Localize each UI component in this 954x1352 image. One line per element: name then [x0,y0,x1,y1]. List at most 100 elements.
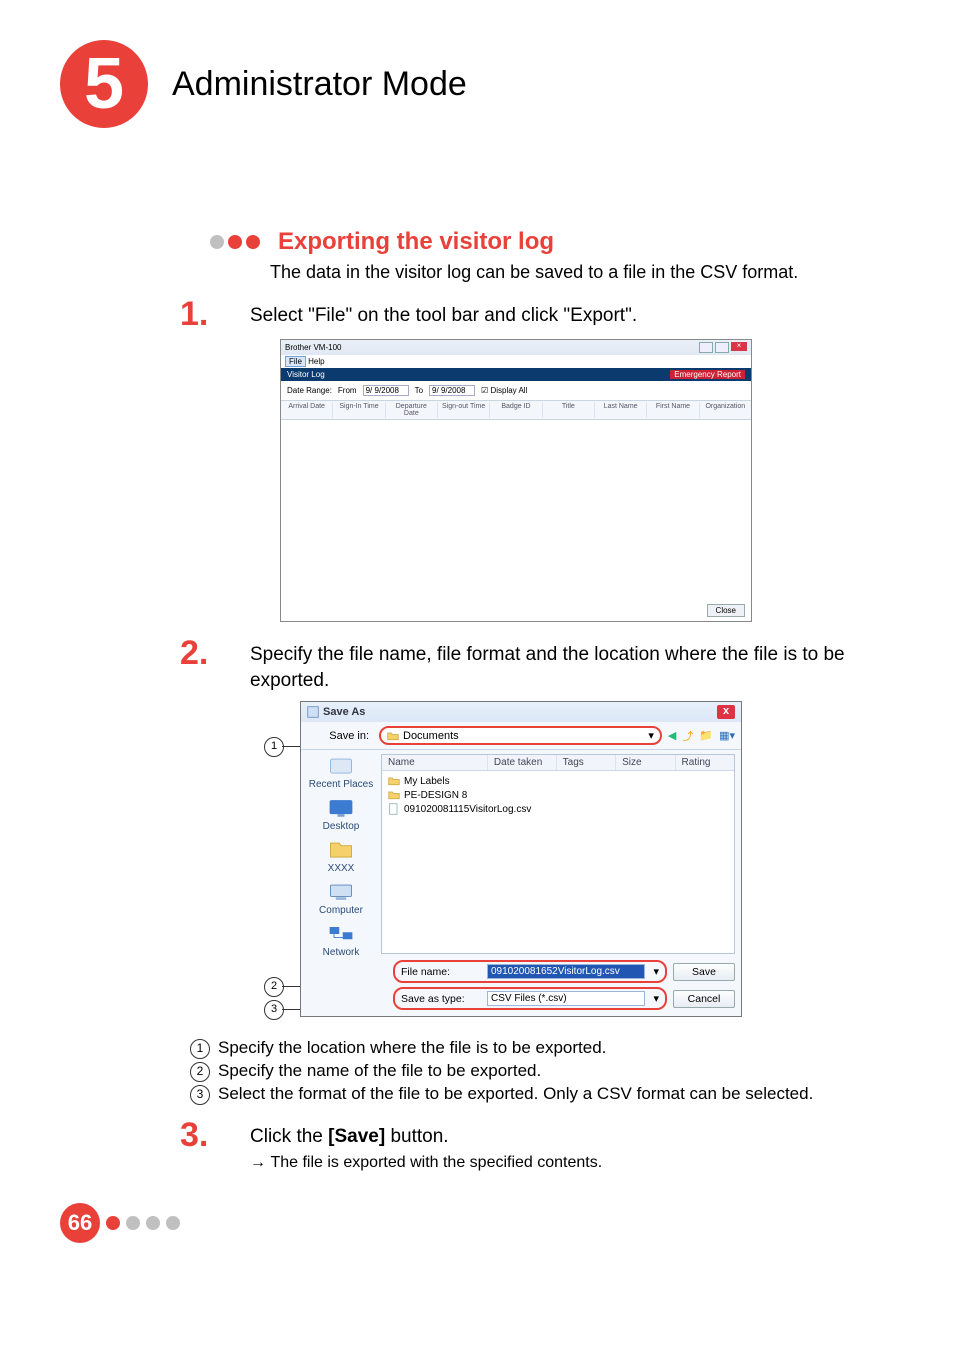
place-computer[interactable]: Computer [319,880,363,916]
close-icon[interactable]: x [717,705,735,719]
folder-icon [388,775,400,787]
step-text-suffix: button. [385,1126,448,1147]
nav-up-icon[interactable]: ⤴ [682,728,693,744]
col-date[interactable]: Date taken [488,755,557,770]
place-desktop[interactable]: Desktop [323,796,360,832]
col-tags[interactable]: Tags [557,755,616,770]
save-type-row: Save as type: CSV Files (*.csv) ▾ Cancel [301,985,741,1016]
display-all-checkbox[interactable]: ☑ Display All [481,386,527,395]
save-type-field-wrap: Save as type: CSV Files (*.csv) ▾ [393,987,667,1010]
places-bar: Recent Places Desktop XXXX Computer [301,750,381,958]
file-name-input[interactable]: 091020081652VisitorLog.csv [487,964,645,979]
maximize-icon[interactable] [715,342,729,353]
col-name[interactable]: Name [382,755,488,770]
chevron-down-icon[interactable]: ▾ [653,965,659,978]
legend-text: Specify the name of the file to be expor… [218,1060,541,1083]
col-size[interactable]: Size [616,755,675,770]
menu-bar: File Help [281,355,751,368]
list-item[interactable]: PE-DESIGN 8 [388,788,728,802]
column-header[interactable]: Last Name [595,402,647,418]
column-header[interactable]: Sign-In Time [333,402,385,418]
cancel-button[interactable]: Cancel [673,990,735,1008]
column-header[interactable]: Organization [700,402,751,418]
folder-icon [387,730,399,742]
section-header: Exporting the visitor log [210,228,894,256]
legend-item-3: 3 Select the format of the file to be ex… [190,1083,844,1106]
folder-icon [388,789,400,801]
filter-bar: Date Range: From 9/ 9/2008 To 9/ 9/2008 … [281,381,751,400]
legend-text: Select the format of the file to be expo… [218,1083,813,1106]
window-controls: × [699,342,747,353]
file-name: My Labels [404,776,450,787]
list-item[interactable]: My Labels [388,774,728,788]
place-label: Computer [319,905,363,916]
new-folder-icon[interactable]: 📁 [699,729,713,742]
place-label: Desktop [323,821,360,832]
column-header[interactable]: Badge ID [490,402,542,418]
place-user[interactable]: XXXX [327,838,355,874]
file-list-area[interactable]: Name Date taken Tags Size Rating My Labe… [381,754,735,954]
save-type-label: Save as type: [401,993,479,1005]
menu-file[interactable]: File [285,356,306,367]
step-number: 3. [180,1118,250,1152]
callout-1: 1 [264,737,284,757]
file-name-row: File name: 091020081652VisitorLog.csv ▾ … [301,958,741,985]
bullet-dot [228,235,242,249]
footer-dot [146,1216,160,1230]
place-label: Network [323,947,360,958]
place-label: XXXX [328,863,355,874]
chevron-down-icon: ▾ [648,729,654,742]
chapter-header: 5 Administrator Mode [60,40,894,128]
view-menu-icon[interactable]: ▦▾ [719,729,735,742]
column-header[interactable]: Sign-out Time [438,402,490,418]
close-icon[interactable]: × [731,342,747,351]
section-bullets [210,235,260,249]
place-recent[interactable]: Recent Places [309,754,373,790]
empty-list-area [281,420,751,600]
from-label: From [338,386,357,395]
chevron-down-icon[interactable]: ▾ [653,992,659,1005]
column-header[interactable]: Departure Date [386,402,438,418]
close-button[interactable]: Close [707,604,745,617]
file-icon [388,803,400,815]
nav-back-icon[interactable]: ◀ [668,729,676,742]
file-name-label: File name: [401,966,479,978]
bullet-dot [210,235,224,249]
emergency-report-button[interactable]: Emergency Report [670,370,745,379]
to-date-input[interactable]: 9/ 9/2008 [429,385,475,396]
chapter-title: Administrator Mode [172,65,467,104]
visitor-log-screenshot: Brother VM-100 × File Help Visitor Log E… [280,339,752,622]
minimize-icon[interactable] [699,342,713,353]
legend-num: 2 [190,1062,210,1082]
step-2: 2. Specify the file name, file format an… [180,636,854,693]
menu-help[interactable]: Help [308,357,324,366]
file-list-header: Name Date taken Tags Size Rating [382,755,734,771]
col-rating[interactable]: Rating [676,755,734,770]
file-name-field-wrap: File name: 091020081652VisitorLog.csv ▾ [393,960,667,983]
save-in-row: Save in: Documents ▾ ◀ ⤴ 📁 ▦▾ [301,722,741,750]
legend-num: 1 [190,1039,210,1059]
window-titlebar: Brother VM-100 × [281,340,751,355]
save-in-dropdown[interactable]: Documents ▾ [379,726,662,745]
save-in-value: Documents [403,730,459,742]
bullet-dot [246,235,260,249]
save-in-label: Save in: [307,730,373,742]
place-network[interactable]: Network [323,922,360,958]
step-result-text: The file is exported with the specified … [270,1154,602,1171]
from-date-input[interactable]: 9/ 9/2008 [363,385,409,396]
legend-text: Specify the location where the file is t… [218,1037,606,1060]
list-item[interactable]: 091020081115VisitorLog.csv [388,802,728,816]
legend-item-1: 1 Specify the location where the file is… [190,1037,844,1060]
column-header[interactable]: Arrival Date [281,402,333,418]
column-header[interactable]: First Name [647,402,699,418]
file-name: PE-DESIGN 8 [404,790,467,801]
step-1: 1. Select "File" on the tool bar and cli… [180,297,854,331]
footer-dot [106,1216,120,1230]
column-header[interactable]: Title [543,402,595,418]
step-text-prefix: Click the [250,1126,328,1147]
save-as-screenshot-wrapper: 1 2 3 Save As x Save in: Documents ▾ [270,701,894,1017]
step-3: 3. Click the [Save] button. → The file i… [180,1118,854,1173]
save-button[interactable]: Save [673,963,735,981]
section-title: Exporting the visitor log [278,228,554,256]
save-type-dropdown[interactable]: CSV Files (*.csv) [487,991,645,1006]
